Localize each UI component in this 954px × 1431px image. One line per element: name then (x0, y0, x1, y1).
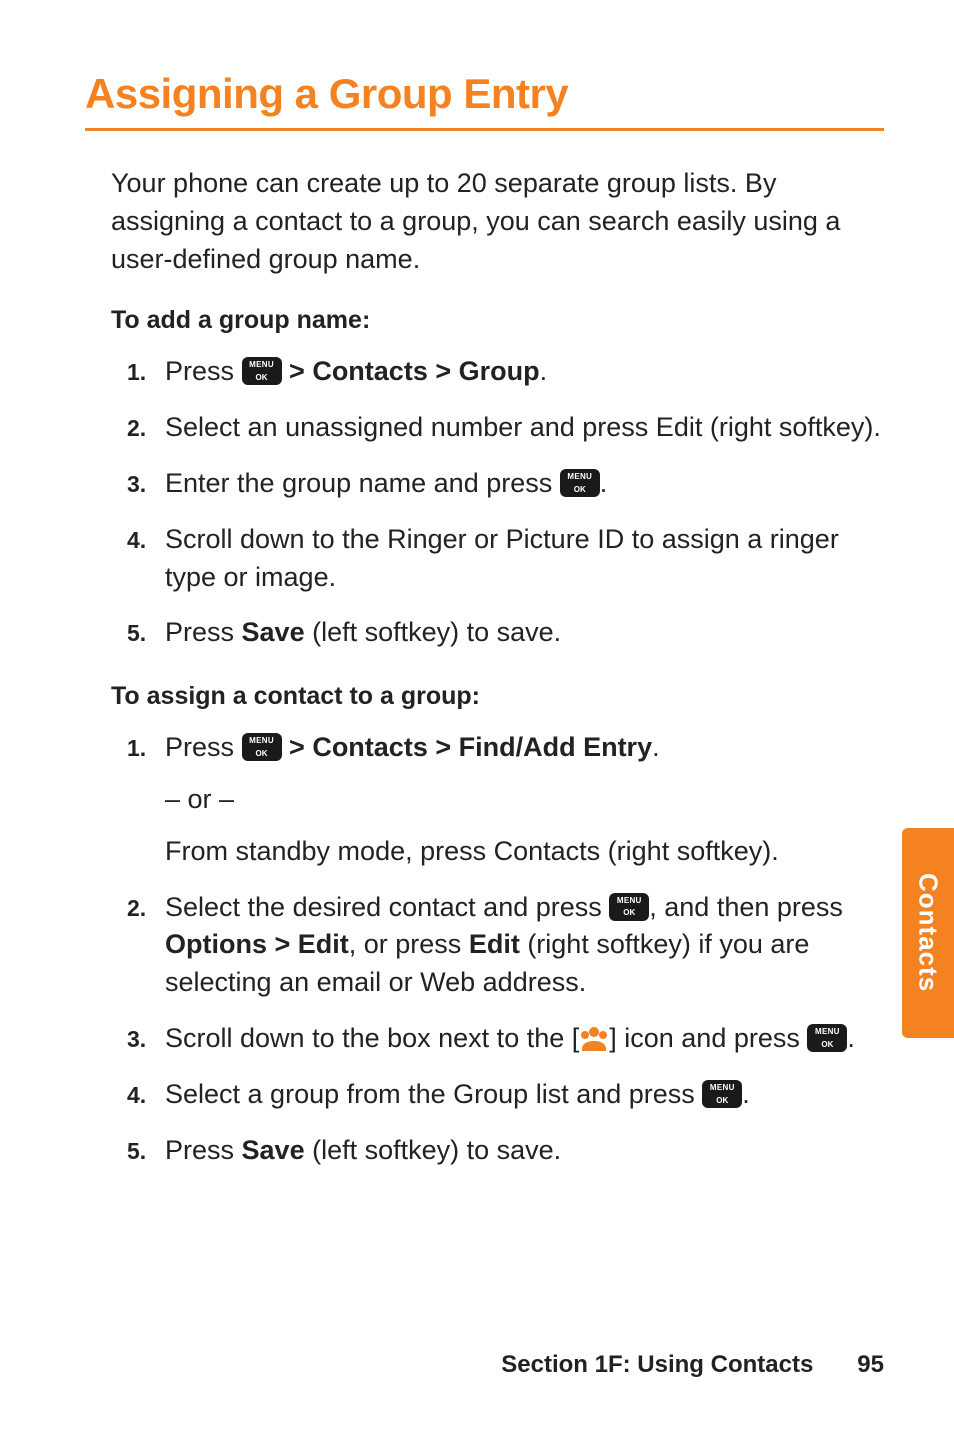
text: Enter the group name and press (165, 468, 560, 498)
menu-ok-icon (560, 469, 600, 497)
step-number: 5. (127, 614, 165, 649)
text: Scroll down to the box next to the [ (165, 1023, 579, 1053)
menu-ok-icon (609, 893, 649, 921)
step-3: 3. Enter the group name and press . (127, 465, 884, 503)
title-rule (85, 128, 884, 131)
subheading-assign-contact: To assign a contact to a group: (111, 682, 884, 711)
step-number: 2. (127, 889, 165, 924)
text-bold: Save (242, 1135, 305, 1165)
text: . (540, 356, 548, 386)
text: ] icon and press (609, 1023, 807, 1053)
step-body: Select an unassigned number and press Ed… (165, 409, 884, 447)
text: , or press (349, 929, 469, 959)
text: Press (165, 1135, 242, 1165)
page-title: Assigning a Group Entry (85, 70, 884, 118)
step-body: Press > Contacts > Find/Add Entry. – or … (165, 729, 884, 870)
step-body: Scroll down to the Ringer or Picture ID … (165, 521, 884, 597)
text: Press (165, 356, 242, 386)
page-root: Assigning a Group Entry Your phone can c… (0, 0, 954, 1431)
step-body: Press > Contacts > Group. (165, 353, 884, 391)
text: Select the desired contact and press (165, 892, 609, 922)
step-2: 2. Select an unassigned number and press… (127, 409, 884, 447)
step-number: 4. (127, 521, 165, 556)
text-bold: Save (242, 617, 305, 647)
text: . (847, 1023, 855, 1053)
step-number: 1. (127, 353, 165, 388)
subheading-add-group: To add a group name: (111, 306, 884, 335)
footer-section: Section 1F: Using Contacts (501, 1351, 813, 1379)
text: (left softkey) to save. (305, 617, 562, 647)
step-body: Press Save (left softkey) to save. (165, 1132, 884, 1170)
step-number: 3. (127, 1020, 165, 1055)
step-5: 5. Press Save (left softkey) to save. (127, 1132, 884, 1170)
text-bold: > Contacts > Find/Add Entry (289, 732, 652, 762)
step-3: 3. Scroll down to the box next to the []… (127, 1020, 884, 1058)
text: . (600, 468, 608, 498)
step-5: 5. Press Save (left softkey) to save. (127, 614, 884, 652)
text-bold: > Contacts > Group (289, 356, 540, 386)
footer-page-number: 95 (857, 1351, 884, 1379)
text: Press (165, 732, 242, 762)
step-body: Select a group from the Group list and p… (165, 1076, 884, 1114)
step-body: Scroll down to the box next to the [ ] ic… (165, 1020, 884, 1058)
step-number: 5. (127, 1132, 165, 1167)
group-icon (579, 1025, 609, 1051)
step-number: 2. (127, 409, 165, 444)
menu-ok-icon (702, 1080, 742, 1108)
text-bold: Edit (469, 929, 520, 959)
step-number: 1. (127, 729, 165, 764)
menu-ok-icon (242, 357, 282, 385)
text: Select a group from the Group list and p… (165, 1079, 702, 1109)
text: Press (165, 617, 242, 647)
step-alt: From standby mode, press Contacts (right… (165, 833, 884, 871)
text: . (742, 1079, 750, 1109)
menu-ok-icon (242, 733, 282, 761)
text: (left softkey) to save. (305, 1135, 562, 1165)
steps-assign-contact: 1. Press > Contacts > Find/Add Entry. – … (127, 729, 884, 1169)
step-body: Select the desired contact and press , a… (165, 889, 884, 1002)
step-body: Enter the group name and press . (165, 465, 884, 503)
steps-add-group: 1. Press > Contacts > Group. 2. Select a… (127, 353, 884, 652)
step-number: 3. (127, 465, 165, 500)
menu-ok-icon (807, 1024, 847, 1052)
page-footer: Section 1F: Using Contacts 95 (85, 1351, 884, 1379)
step-number: 4. (127, 1076, 165, 1111)
section-tab-contacts: Contacts (902, 828, 954, 1038)
text: , and then press (649, 892, 843, 922)
intro-paragraph: Your phone can create up to 20 separate … (111, 165, 884, 278)
step-4: 4. Scroll down to the Ringer or Picture … (127, 521, 884, 597)
step-1: 1. Press > Contacts > Find/Add Entry. – … (127, 729, 884, 870)
step-4: 4. Select a group from the Group list an… (127, 1076, 884, 1114)
step-2: 2. Select the desired contact and press … (127, 889, 884, 1002)
step-body: Press Save (left softkey) to save. (165, 614, 884, 652)
text: . (652, 732, 660, 762)
step-1: 1. Press > Contacts > Group. (127, 353, 884, 391)
step-or: – or – (165, 781, 884, 819)
text-bold: Options > Edit (165, 929, 349, 959)
